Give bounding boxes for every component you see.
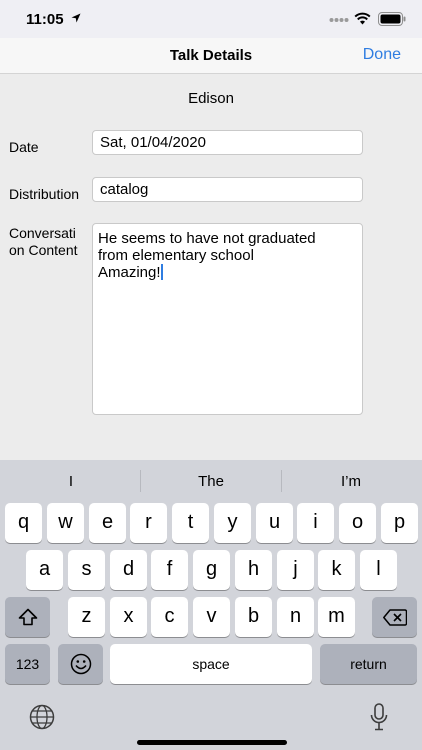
key-u[interactable]: u: [256, 503, 293, 543]
globe-icon[interactable]: [29, 704, 55, 730]
date-label: Date: [9, 139, 39, 155]
key-n[interactable]: n: [277, 597, 314, 637]
wifi-icon: [354, 12, 371, 25]
emoji-icon: [70, 653, 91, 675]
shift-icon: [18, 608, 37, 626]
backspace-icon: [382, 609, 407, 626]
key-d[interactable]: d: [110, 550, 147, 590]
key-e[interactable]: e: [89, 503, 126, 543]
emoji-key[interactable]: [58, 644, 103, 684]
text-cursor: [160, 264, 163, 280]
suggestion-1[interactable]: I: [1, 473, 141, 490]
battery-icon: [378, 12, 406, 26]
key-i[interactable]: i: [297, 503, 334, 543]
conversation-content-label-line1: Conversati: [9, 225, 76, 241]
navigation-bar: Talk Details Done: [0, 38, 422, 74]
suggestion-bar: I The I’m: [0, 460, 422, 502]
shift-key[interactable]: [5, 597, 50, 637]
location-arrow-icon: [71, 13, 81, 23]
key-s[interactable]: s: [68, 550, 105, 590]
backspace-key[interactable]: [372, 597, 417, 637]
key-x[interactable]: x: [110, 597, 147, 637]
done-button[interactable]: Done: [363, 46, 401, 64]
key-q[interactable]: q: [5, 503, 42, 543]
page-title: Talk Details: [169, 47, 253, 64]
numbers-key[interactable]: 123: [5, 644, 50, 684]
suggestion-3[interactable]: I’m: [281, 473, 421, 490]
status-bar: 11:05: [0, 0, 422, 38]
key-w[interactable]: w: [47, 503, 84, 543]
talk-details-form: Edison Date Sat, 01/04/2020 Distribution…: [0, 74, 422, 460]
key-t[interactable]: t: [172, 503, 209, 543]
suggestion-2[interactable]: The: [141, 473, 281, 490]
key-f[interactable]: f: [151, 550, 188, 590]
key-g[interactable]: g: [193, 550, 230, 590]
conversation-content-field[interactable]: He seems to have not graduated from elem…: [92, 223, 363, 415]
key-j[interactable]: j: [277, 550, 314, 590]
date-field[interactable]: Sat, 01/04/2020: [92, 130, 363, 155]
key-r[interactable]: r: [130, 503, 167, 543]
conversation-content-label-line2: on Content: [9, 242, 78, 258]
keyboard: I The I’m q w e r t y u i o p a s d f g …: [0, 460, 422, 750]
key-v[interactable]: v: [193, 597, 230, 637]
person-name: Edison: [188, 90, 234, 107]
key-o[interactable]: o: [339, 503, 376, 543]
key-b[interactable]: b: [235, 597, 272, 637]
conversation-content-text: He seems to have not graduated from elem…: [98, 230, 316, 281]
key-z[interactable]: z: [68, 597, 105, 637]
key-c[interactable]: c: [151, 597, 188, 637]
return-key[interactable]: return: [320, 644, 417, 684]
key-k[interactable]: k: [318, 550, 355, 590]
signal-dots-icon: [329, 18, 349, 22]
key-l[interactable]: l: [360, 550, 397, 590]
key-y[interactable]: y: [214, 503, 251, 543]
distribution-field[interactable]: catalog: [92, 177, 363, 202]
key-p[interactable]: p: [381, 503, 418, 543]
key-h[interactable]: h: [235, 550, 272, 590]
key-m[interactable]: m: [318, 597, 355, 637]
status-time: 11:05: [26, 11, 64, 28]
conversation-content-label: Conversati on Content: [9, 225, 78, 259]
key-a[interactable]: a: [26, 550, 63, 590]
space-key[interactable]: space: [110, 644, 312, 684]
microphone-icon[interactable]: [370, 703, 388, 731]
home-indicator: [137, 740, 287, 745]
distribution-label: Distribution: [9, 186, 80, 202]
